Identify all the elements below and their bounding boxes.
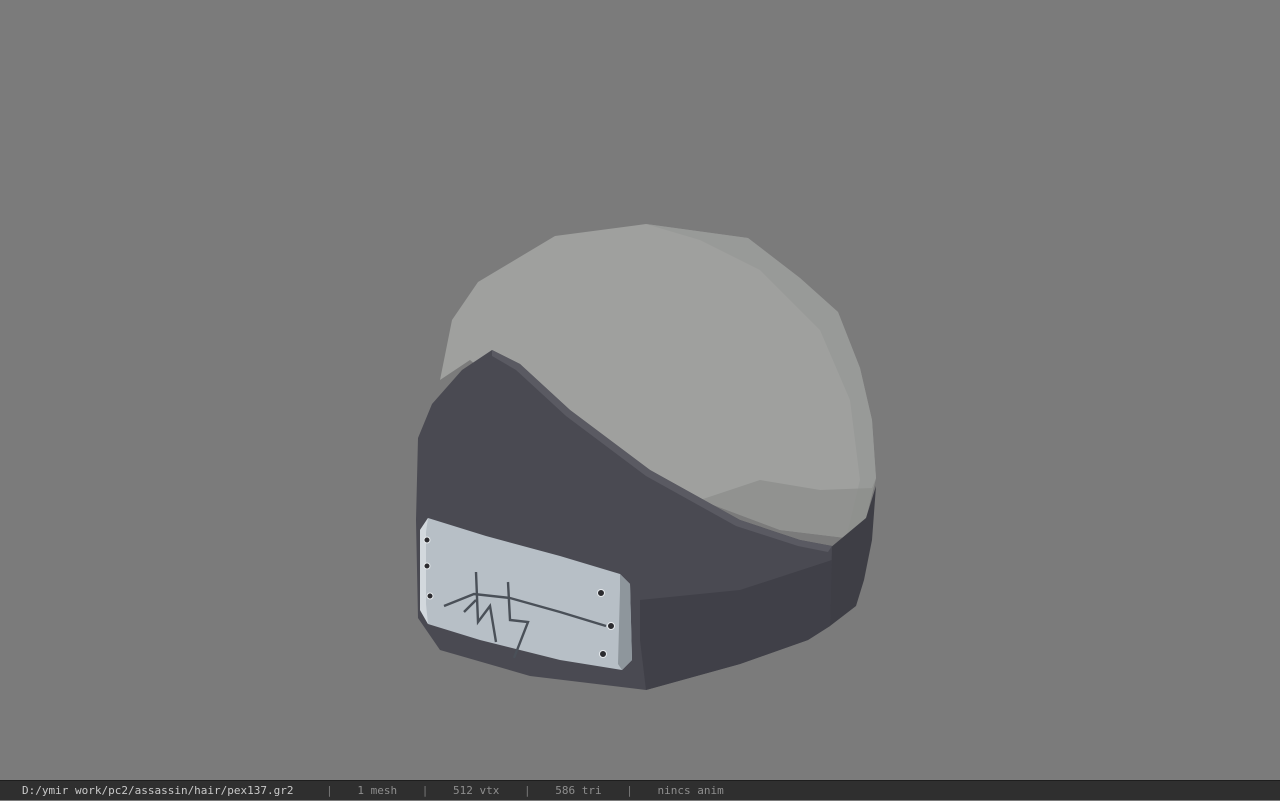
separator: | — [421, 784, 429, 797]
anim-status: nincs anim — [657, 784, 724, 797]
file-path: D:/ymir work/pc2/assassin/hair/pex137.gr… — [22, 784, 294, 797]
separator: | — [326, 784, 333, 797]
vertex-count: 512 vtx — [453, 784, 500, 797]
separator: | — [626, 784, 633, 797]
separator: | — [524, 784, 531, 797]
status-bar: D:/ymir work/pc2/assassin/hair/pex137.gr… — [0, 780, 1280, 800]
triangle-count: 586 tri — [555, 784, 602, 797]
mesh-count: 1 mesh — [357, 784, 398, 797]
model-render — [416, 224, 876, 690]
3d-viewport[interactable] — [0, 0, 1280, 780]
headband-plate-edge — [618, 574, 632, 670]
